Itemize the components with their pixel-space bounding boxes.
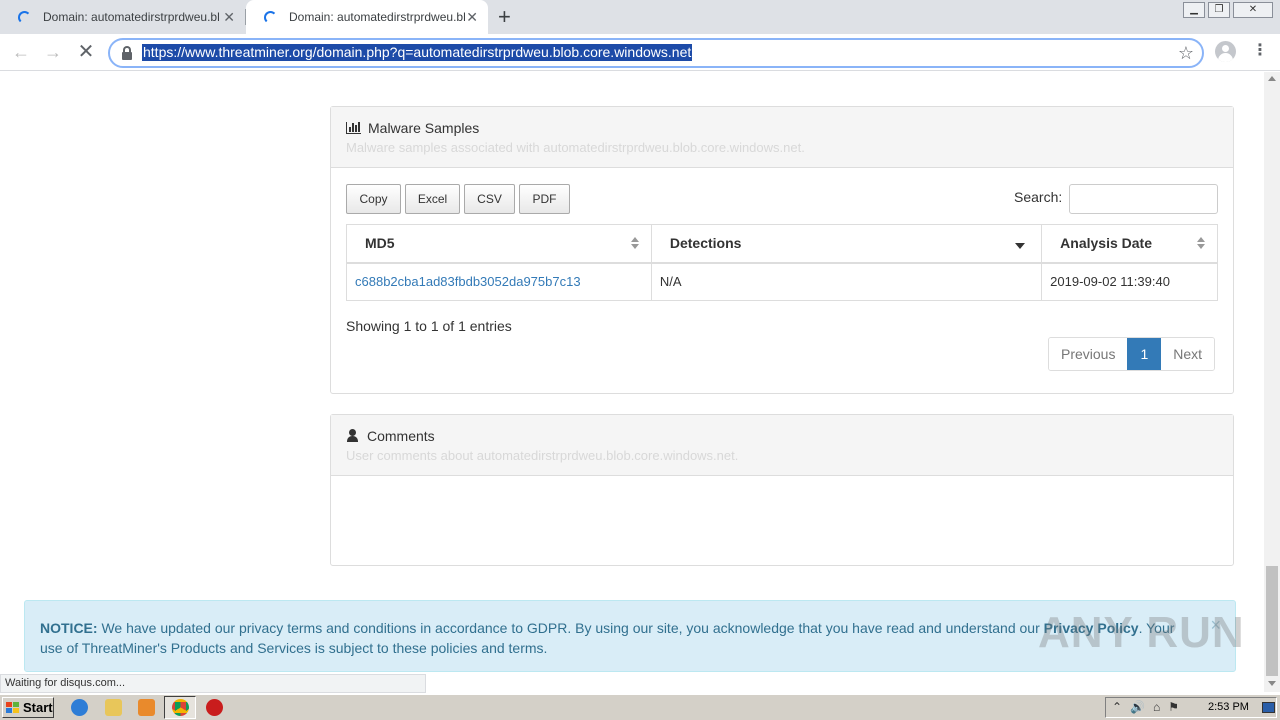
pagination: Previous 1 Next [1048,337,1216,371]
panel-subtitle: Malware samples associated with automate… [346,140,805,155]
next-page-button[interactable]: Next [1161,338,1215,370]
table-row: c688b2cba1ad83fbdb3052da975b7c13 N/A 201… [346,262,1218,301]
url-text[interactable]: https://www.threatminer.org/domain.php?q… [142,44,693,61]
page-viewport: Malware Samples Malware samples associat… [0,72,1264,692]
maximize-window-button[interactable]: ❐ [1208,2,1230,18]
minimize-window-button[interactable]: ▁ [1183,2,1205,18]
notice-label: NOTICE: [40,620,98,636]
chrome-icon [172,699,189,716]
panel-header: Malware Samples Malware samples associat… [331,107,1233,168]
lock-icon[interactable] [122,46,132,60]
profile-avatar-icon[interactable] [1215,41,1236,62]
system-tray: ⌃🔊⌂⚑ 2:53 PM [1105,697,1277,718]
comments-panel: Comments User comments about automatedir… [330,414,1234,566]
tab-title: Domain: automatedirstrprdweu.blob [289,10,465,24]
tray-icons[interactable]: ⌃🔊⌂⚑ [1112,700,1187,714]
scroll-up-arrow-icon[interactable] [1268,76,1276,81]
search-input[interactable] [1069,184,1218,214]
column-header-md5[interactable]: MD5 [346,224,652,264]
previous-page-button[interactable]: Previous [1049,338,1128,370]
table-info: Showing 1 to 1 of 1 entries [346,318,512,334]
windows-logo-icon [6,701,20,714]
stop-loading-button[interactable]: ✕ [75,41,97,63]
tab-strip: Domain: automatedirstrprdweu.blob ✕ Doma… [0,0,1280,34]
malware-samples-table: MD5 Detections Analysis Date c688b2cba1a [346,224,1218,301]
browser-tab-1[interactable]: Domain: automatedirstrprdweu.blob ✕ [0,0,245,34]
sort-icon [1197,237,1205,251]
internet-explorer-icon[interactable] [71,699,88,716]
browser-tab-2[interactable]: Domain: automatedirstrprdweu.blob ✕ [246,0,488,34]
windows-taskbar: Start ⌃🔊⌂⚑ 2:53 PM [0,694,1280,720]
forward-button[interactable]: → [42,41,64,63]
browser-status-bar: Waiting for disqus.com... [0,674,426,693]
tab-title: Domain: automatedirstrprdweu.blob [43,10,219,24]
bookmark-star-icon[interactable]: ☆ [1178,42,1194,64]
md5-link[interactable]: c688b2cba1ad83fbdb3052da975b7c13 [355,274,581,289]
excel-button[interactable]: Excel [405,184,460,214]
close-tab-icon[interactable]: ✕ [223,9,235,25]
analysis-date-cell: 2019-09-02 11:39:40 [1041,262,1218,301]
panel-subtitle: User comments about automatedirstrprdweu… [346,448,739,463]
notice-text: We have updated our privacy terms and co… [97,620,1044,636]
bar-chart-icon [346,121,361,134]
scroll-down-arrow-icon[interactable] [1268,681,1276,686]
table-header-row: MD5 Detections Analysis Date [346,224,1218,264]
column-header-detections[interactable]: Detections [650,224,1043,264]
comments-title: Comments [367,427,435,444]
column-header-analysis-date[interactable]: Analysis Date [1041,224,1218,264]
clock[interactable]: 2:53 PM [1208,701,1249,713]
file-explorer-icon[interactable] [105,699,122,716]
panel-header: Comments User comments about automatedir… [331,415,1233,476]
back-button[interactable]: ← [10,41,32,63]
loading-spinner-icon [18,10,31,24]
address-bar[interactable]: https://www.threatminer.org/domain.php?q… [108,38,1204,68]
detections-cell: N/A [650,262,1043,301]
pdf-button[interactable]: PDF [519,184,570,214]
page-1-button[interactable]: 1 [1127,338,1162,370]
csv-button[interactable]: CSV [464,184,515,214]
security-alert-icon[interactable] [206,699,223,716]
page-scrollbar[interactable] [1264,72,1280,692]
malware-samples-panel: Malware Samples Malware samples associat… [330,106,1234,394]
search-label: Search: [1014,189,1063,205]
new-tab-button[interactable]: + [498,5,511,29]
panel-title: Comments [346,427,1218,444]
panel-title: Malware Samples [346,119,1218,136]
close-window-button[interactable]: ✕ [1233,2,1273,18]
start-button[interactable]: Start [2,697,54,718]
browser-menu-icon[interactable]: ⋮ [1252,42,1268,60]
chrome-taskbar-button[interactable] [164,696,196,719]
md5-cell: c688b2cba1ad83fbdb3052da975b7c13 [346,262,652,301]
start-label: Start [23,700,53,715]
malware-samples-title: Malware Samples [368,119,480,136]
anyrun-watermark: ANY RUN [1038,608,1245,657]
sort-icon [630,237,639,251]
loading-spinner-icon [264,10,277,24]
copy-button[interactable]: Copy [346,184,401,214]
browser-toolbar: ← → ✕ https://www.threatminer.org/domain… [0,34,1280,71]
show-desktop-icon[interactable] [1262,702,1275,713]
sort-descending-icon [1015,243,1026,249]
media-player-icon[interactable] [138,699,155,716]
user-icon [346,429,359,442]
scroll-thumb[interactable] [1266,566,1278,676]
close-tab-icon[interactable]: ✕ [466,9,478,25]
